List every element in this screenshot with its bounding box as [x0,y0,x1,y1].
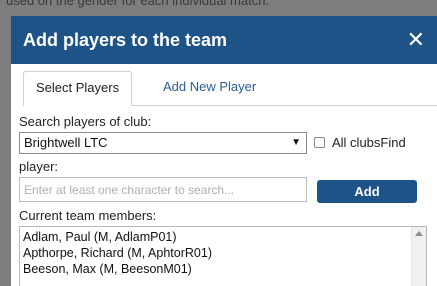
club-select-value: Brightwell LTC [24,135,108,150]
current-team-list[interactable]: Adlam, Paul (M, AdlamP01) Apthorpe, Rich… [19,226,427,286]
find-player-label-start: Find [380,135,406,150]
all-clubs-label: All clubsFind [332,135,406,150]
find-player-label-end: player: [19,159,59,174]
list-item[interactable]: Apthorpe, Richard (M, AphtorR01) [20,245,426,261]
current-team-label: Current team members: [19,208,157,223]
add-button[interactable]: Add [317,180,417,203]
all-clubs-checkbox[interactable] [314,137,325,148]
dialog-title: Add players to the team [23,29,228,50]
tab-select-players[interactable]: Select Players [23,71,133,106]
tab-bar: Select Players Add New Player [23,71,437,106]
scroll-up-icon[interactable] [415,231,423,236]
add-players-dialog: Add players to the team ✕ Select Players… [11,16,437,286]
background-page-text: used on the gender for each individual m… [6,0,270,8]
tab-add-new-player[interactable]: Add New Player [151,71,268,105]
list-scrollbar[interactable] [411,227,426,286]
player-search-input[interactable] [19,177,307,202]
list-item[interactable]: Adlam, Paul (M, AdlamP01) [20,229,426,245]
close-icon[interactable]: ✕ [407,29,425,51]
dialog-header: Add players to the team ✕ [11,16,437,64]
club-select[interactable]: Brightwell LTC ▼ [19,132,307,154]
chevron-down-icon: ▼ [291,137,301,148]
list-item[interactable]: Beeson, Max (M, BeesonM01) [20,261,426,277]
club-search-label: Search players of club: [19,114,152,129]
